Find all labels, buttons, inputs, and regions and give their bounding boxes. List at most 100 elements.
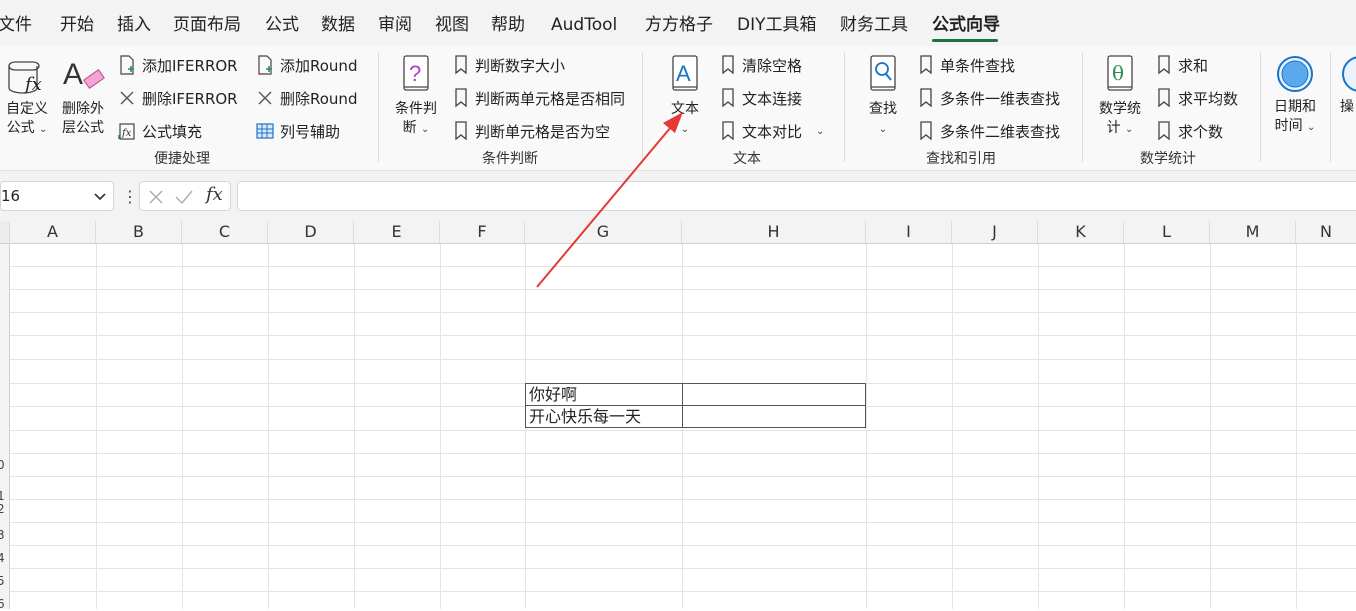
menu-audtool[interactable]: AudTool	[551, 14, 617, 36]
row-number[interactable]: 4	[0, 551, 5, 565]
lookup-button[interactable]: 查找 ⌄	[860, 54, 906, 139]
remove-outer-label-1: 删除外	[62, 101, 104, 117]
column-header-a[interactable]: A	[10, 221, 96, 243]
column-header-d[interactable]: D	[268, 221, 354, 243]
fx-icon[interactable]: fx	[206, 184, 223, 205]
ribbon: fx 自定义 公式 ⌄ A 删除外 层公式 添加IFERROR 删除IFERRO…	[0, 46, 1356, 171]
judge-cells-equal-button[interactable]: 判断两单元格是否相同	[453, 87, 625, 109]
row-number[interactable]: 2	[0, 502, 5, 516]
row-header-gutter: 0 1 2 3 4 5 6	[0, 244, 10, 611]
column-header-h[interactable]: H	[682, 221, 866, 243]
menu-finance-tools[interactable]: 财务工具	[840, 14, 908, 36]
menu-home[interactable]: 开始	[60, 14, 94, 36]
column-header-l[interactable]: L	[1124, 221, 1210, 243]
ribbon-separator	[1260, 52, 1261, 162]
row-number[interactable]: 0	[0, 458, 5, 472]
theta-book-icon: θ	[1107, 55, 1133, 91]
date-time-label-1: 日期和	[1274, 99, 1316, 115]
column-header-m[interactable]: M	[1210, 221, 1296, 243]
confirm-check-icon[interactable]	[174, 188, 194, 206]
text-button[interactable]: A 文本 ⌄	[662, 54, 708, 139]
text-compare-button[interactable]: 文本对比 ⌄	[720, 120, 824, 142]
custom-formula-button[interactable]: fx 自定义 公式 ⌄	[2, 54, 52, 139]
single-lookup-button[interactable]: 单条件查找	[918, 54, 1015, 76]
menu-diy-toolbox[interactable]: DIY工具箱	[737, 14, 817, 36]
date-time-button[interactable]: 日期和 时间 ⌄	[1268, 54, 1322, 137]
more-vertical-icon[interactable]: ⋮	[122, 187, 138, 206]
bookmark-icon	[722, 88, 734, 108]
formula-input[interactable]	[237, 181, 1356, 211]
chevron-down-icon[interactable]	[93, 187, 107, 205]
menu-page-layout[interactable]: 页面布局	[173, 14, 241, 36]
text-compare-label: 文本对比	[742, 122, 803, 141]
column-header-e[interactable]: E	[354, 221, 440, 243]
text-concat-label: 文本连接	[742, 89, 803, 108]
row-number[interactable]: 1	[0, 489, 5, 503]
sheet-grid[interactable]: 0 1 2 3 4 5 6 你好啊 开心快乐每一天	[0, 244, 1356, 611]
bookmark-icon	[920, 88, 932, 108]
text-concat-button[interactable]: 文本连接	[720, 87, 802, 109]
column-header-n[interactable]: N	[1296, 221, 1356, 243]
multi-1d-lookup-button[interactable]: 多条件一维表查找	[918, 87, 1060, 109]
multi-2d-lookup-button[interactable]: 多条件二维表查找	[918, 120, 1060, 142]
cell-g-hello[interactable]: 你好啊	[525, 383, 683, 406]
chevron-down-icon[interactable]: ⌄	[816, 126, 824, 137]
bookmark-icon	[722, 55, 734, 75]
math-stats-label-2: 计	[1106, 120, 1121, 136]
add-iferror-button[interactable]: 添加IFERROR	[118, 54, 238, 76]
cell-h-empty[interactable]	[682, 405, 866, 428]
column-header-c[interactable]: C	[182, 221, 268, 243]
remove-outer-label-2: 层公式	[62, 120, 104, 136]
partial-circle-icon	[1342, 56, 1356, 92]
row-number[interactable]: 5	[0, 574, 5, 588]
menu-fangfang[interactable]: 方方格子	[645, 14, 713, 36]
menu-view[interactable]: 视图	[435, 14, 469, 36]
column-header-i[interactable]: I	[866, 221, 952, 243]
custom-formula-label-2: 公式	[6, 120, 35, 136]
judge-cell-empty-button[interactable]: 判断单元格是否为空	[453, 120, 610, 142]
formula-fill-button[interactable]: fx 公式填充	[118, 120, 202, 142]
menu-bar: 文件 开始 插入 页面布局 公式 数据 审阅 视图 帮助 AudTool 方方格…	[0, 0, 1356, 46]
remove-iferror-button[interactable]: 删除IFERROR	[118, 87, 238, 109]
add-doc-icon	[120, 55, 134, 75]
select-all-corner[interactable]	[0, 221, 10, 243]
remove-round-button[interactable]: 删除Round	[256, 87, 357, 109]
formula-fill-icon: fx	[118, 123, 135, 140]
row-number[interactable]: 3	[0, 528, 5, 542]
column-header-g[interactable]: G	[525, 221, 682, 243]
menu-insert[interactable]: 插入	[117, 14, 151, 36]
gridline	[440, 244, 441, 609]
clear-spaces-button[interactable]: 清除空格	[720, 54, 802, 76]
name-box[interactable]: 16	[0, 181, 114, 211]
menu-help[interactable]: 帮助	[491, 14, 525, 36]
column-header-b[interactable]: B	[96, 221, 182, 243]
bookmark-icon	[1158, 121, 1170, 141]
gridline	[10, 591, 1356, 592]
partial-ribbon-button[interactable]: 操	[1340, 54, 1356, 117]
column-header-f[interactable]: F	[440, 221, 525, 243]
cell-h-empty[interactable]	[682, 383, 866, 406]
bookmark-icon	[455, 121, 467, 141]
cancel-x-icon[interactable]	[147, 188, 165, 206]
remove-outer-formula-button[interactable]: A 删除外 层公式	[58, 54, 108, 138]
menu-review[interactable]: 审阅	[378, 14, 412, 36]
condition-judge-button[interactable]: ? 条件判 断 ⌄	[390, 54, 442, 139]
column-assist-button[interactable]: 列号辅助	[256, 120, 340, 142]
add-round-label: 添加Round	[280, 56, 358, 75]
judge-number-size-button[interactable]: 判断数字大小	[453, 54, 565, 76]
gridline	[10, 476, 1356, 477]
column-header-k[interactable]: K	[1038, 221, 1124, 243]
menu-formula-wizard[interactable]: 公式向导	[932, 14, 1000, 36]
menu-data[interactable]: 数据	[321, 14, 355, 36]
average-button[interactable]: 求平均数	[1156, 87, 1238, 109]
count-button[interactable]: 求个数	[1156, 120, 1223, 142]
multi-1d-lookup-label: 多条件一维表查找	[940, 89, 1061, 108]
cell-g-happy[interactable]: 开心快乐每一天	[525, 405, 683, 428]
sum-button[interactable]: 求和	[1156, 54, 1208, 76]
column-header-j[interactable]: J	[952, 221, 1038, 243]
add-round-button[interactable]: 添加Round	[256, 54, 357, 76]
text-label: 文本	[671, 101, 699, 117]
menu-formulas[interactable]: 公式	[265, 14, 299, 36]
menu-file[interactable]: 文件	[0, 14, 32, 36]
math-stats-button[interactable]: θ 数学统 计 ⌄	[1094, 54, 1146, 139]
